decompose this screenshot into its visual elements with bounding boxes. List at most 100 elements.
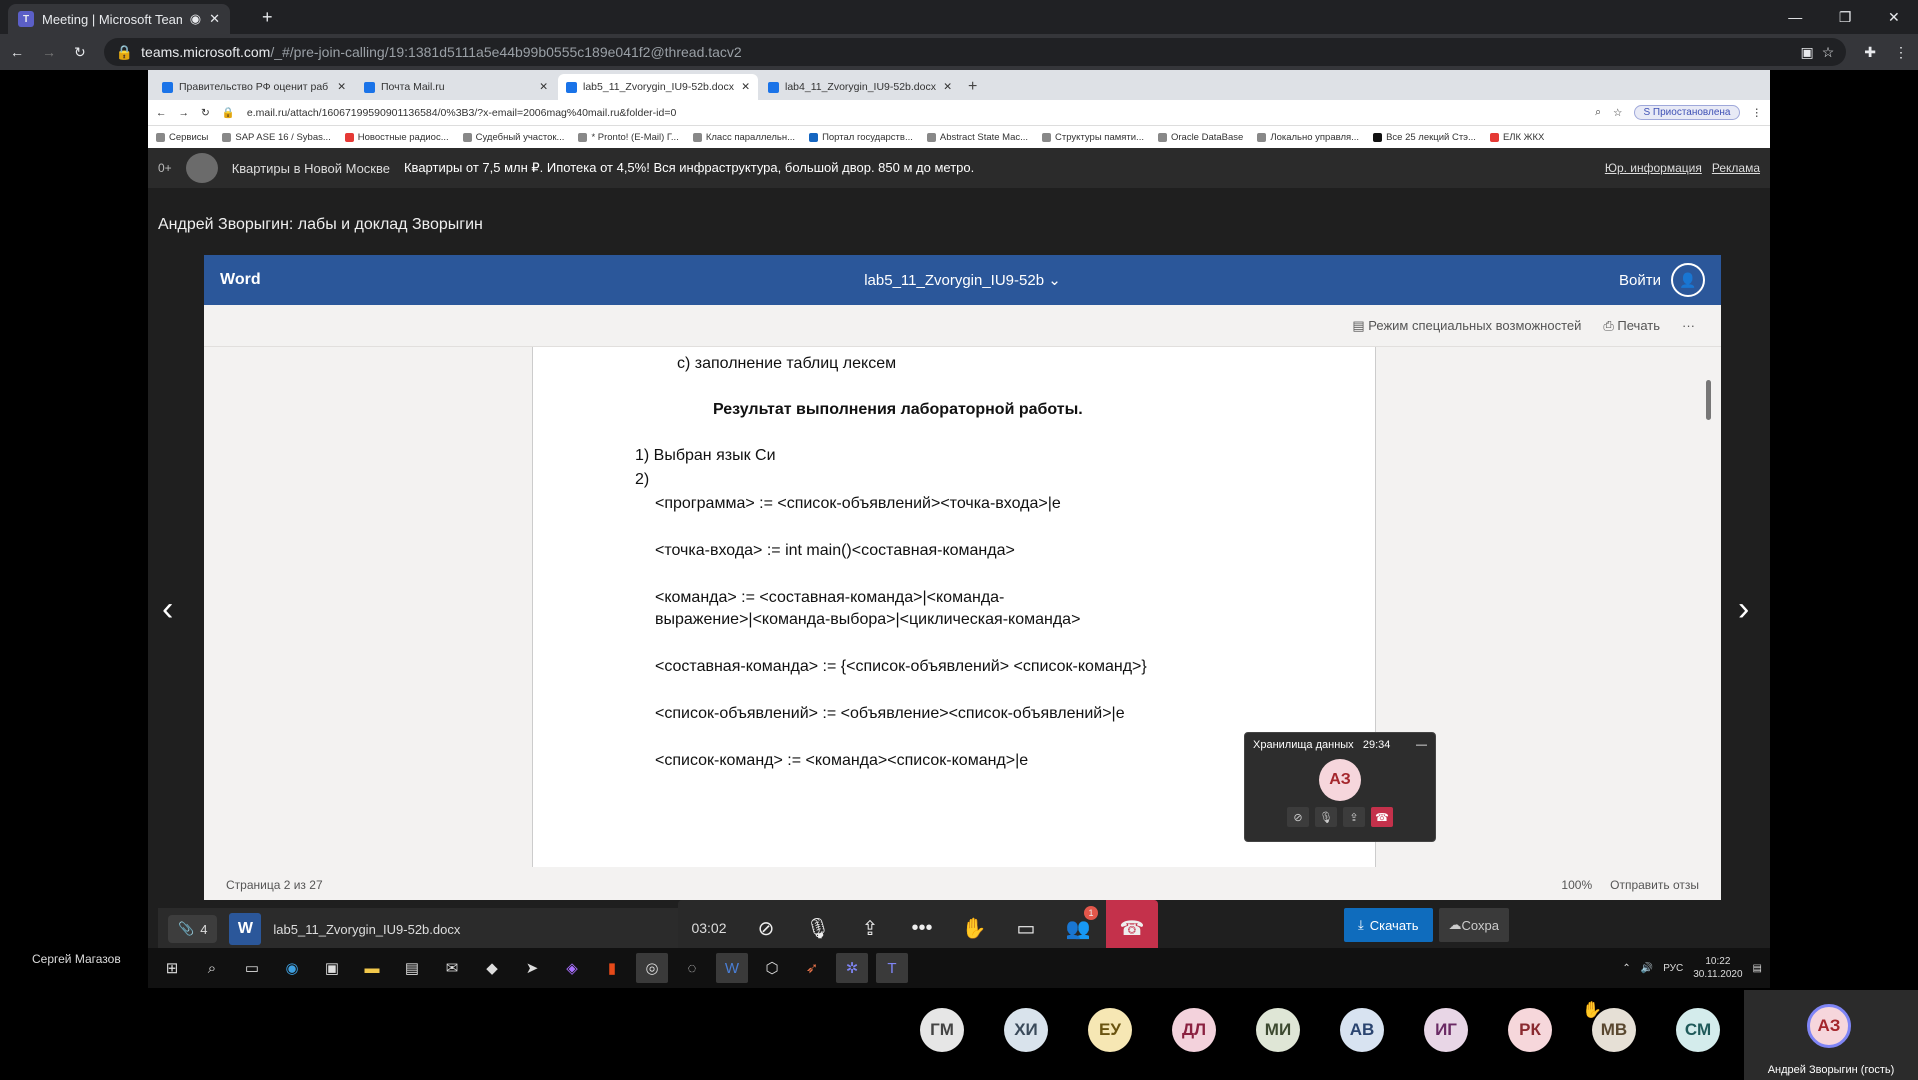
- app-icon[interactable]: ▤: [396, 953, 428, 983]
- profile-paused-button[interactable]: S Приостановлена: [1634, 105, 1740, 120]
- bookmark[interactable]: Класс параллельн...: [692, 132, 795, 143]
- zoom-icon[interactable]: ⌕: [1595, 106, 1601, 119]
- participant-avatar[interactable]: АВ: [1340, 1008, 1384, 1052]
- minimize-icon[interactable]: —: [1416, 739, 1427, 751]
- download-button[interactable]: ⤓ Скачать: [1344, 908, 1433, 942]
- more-options-button[interactable]: ···: [1682, 318, 1695, 333]
- minimize-icon[interactable]: —: [1788, 9, 1802, 25]
- close-icon[interactable]: ✕: [943, 81, 952, 93]
- back-icon[interactable]: ←: [156, 107, 167, 119]
- close-icon[interactable]: ✕: [209, 11, 220, 27]
- inner-tab[interactable]: Почта Mail.ru ✕: [356, 74, 556, 100]
- reload-icon[interactable]: ↻: [74, 44, 86, 61]
- app-icon[interactable]: ➤: [516, 953, 548, 983]
- hang-up-icon[interactable]: ☎: [1371, 807, 1393, 827]
- restore-icon[interactable]: ❐: [1839, 9, 1852, 26]
- teams-taskbar-icon[interactable]: T: [876, 953, 908, 983]
- zoom-level[interactable]: 100%: [1561, 878, 1592, 892]
- accessibility-button[interactable]: ▤ Режим специальных возможностей: [1352, 318, 1581, 334]
- search-icon[interactable]: ⌕: [196, 953, 228, 983]
- app-icon[interactable]: ✲: [836, 953, 868, 983]
- ad-link[interactable]: Реклама: [1712, 161, 1760, 175]
- forward-icon[interactable]: →: [42, 44, 56, 60]
- forward-icon[interactable]: →: [179, 107, 190, 119]
- menu-icon[interactable]: ⋮: [1752, 107, 1763, 119]
- attachments-button[interactable]: 📎 4: [168, 915, 218, 943]
- office-icon[interactable]: ▮: [596, 953, 628, 983]
- inner-url[interactable]: e.mail.ru/attach/16067199590901136584/0%…: [247, 107, 1583, 119]
- close-icon[interactable]: ✕: [741, 81, 750, 93]
- prev-arrow-icon[interactable]: ‹: [162, 590, 173, 629]
- back-icon[interactable]: ←: [10, 44, 24, 60]
- task-view-icon[interactable]: ▭: [236, 953, 268, 983]
- scrollbar-thumb[interactable]: [1706, 380, 1711, 420]
- participant-avatar[interactable]: ИГ: [1424, 1008, 1468, 1052]
- folder-icon[interactable]: ▬: [356, 953, 388, 983]
- new-tab-icon[interactable]: +: [962, 78, 983, 100]
- close-icon[interactable]: ✕: [337, 81, 346, 93]
- notifications-icon[interactable]: ▤: [1753, 963, 1762, 974]
- menu-icon[interactable]: ⋮: [1894, 44, 1908, 61]
- participant-avatar[interactable]: СМ: [1676, 1008, 1720, 1052]
- attachment-name[interactable]: lab5_11_Zvorygin_IU9-52b.docx: [273, 922, 460, 937]
- ad-legal-link[interactable]: Юр. информация: [1605, 161, 1702, 175]
- bookmark[interactable]: Все 25 лекций Стэ...: [1373, 132, 1476, 143]
- app-icon[interactable]: ◌: [676, 953, 708, 983]
- app-icon[interactable]: ➶: [796, 953, 828, 983]
- bookmark[interactable]: Сервисы: [156, 132, 208, 143]
- chrome-icon[interactable]: ◎: [636, 953, 668, 983]
- new-tab-icon[interactable]: +: [262, 7, 273, 28]
- language-indicator[interactable]: РУС: [1663, 963, 1683, 974]
- inner-tab[interactable]: lab4_11_Zvorygin_IU9-52b.docx ✕: [760, 74, 960, 100]
- bookmark[interactable]: Судебный участок...: [462, 132, 564, 143]
- share-icon[interactable]: ⇪: [1343, 807, 1365, 827]
- bookmark[interactable]: * Pronto! (E-Mail) Г...: [578, 132, 679, 143]
- inner-tab-active[interactable]: lab5_11_Zvorygin_IU9-52b.docx ✕: [558, 74, 758, 100]
- inner-tab[interactable]: Правительство РФ оценит раб ✕: [154, 74, 354, 100]
- participant-avatar[interactable]: ДЛ: [1172, 1008, 1216, 1052]
- bookmark[interactable]: SAP ASE 16 / Sybas...: [222, 132, 331, 143]
- star-icon[interactable]: ☆: [1613, 107, 1622, 119]
- outer-tab-teams[interactable]: T Meeting | Microsoft Teams ◉ ✕: [8, 4, 230, 34]
- app-icon[interactable]: ◆: [476, 953, 508, 983]
- participant-avatar[interactable]: ГМ: [920, 1008, 964, 1052]
- bookmark[interactable]: Портал государств...: [809, 132, 913, 143]
- camera-off-icon[interactable]: ⊘: [1287, 807, 1309, 827]
- bookmark[interactable]: Новостные радиос...: [344, 132, 449, 143]
- close-window-icon[interactable]: ✕: [1888, 9, 1900, 26]
- participant-avatar[interactable]: ХИ: [1004, 1008, 1048, 1052]
- camera-icon[interactable]: ▣: [1800, 44, 1813, 61]
- bookmark[interactable]: ЕЛК ЖКХ: [1489, 132, 1544, 143]
- visual-studio-icon[interactable]: ◈: [556, 953, 588, 983]
- volume-icon[interactable]: 🔊: [1641, 963, 1653, 974]
- bookmark[interactable]: Структуры памяти...: [1042, 132, 1144, 143]
- bookmark[interactable]: Oracle DataBase: [1157, 132, 1243, 143]
- mini-call-window[interactable]: Хранилища данных 29:34 — АЗ ⊘ 🎙 ⇪ ☎: [1244, 732, 1436, 842]
- extension-icon[interactable]: ✚: [1864, 44, 1876, 61]
- word-taskbar-icon[interactable]: W: [716, 953, 748, 983]
- windows-start-icon[interactable]: ⊞: [156, 953, 188, 983]
- next-arrow-icon[interactable]: ›: [1738, 590, 1749, 629]
- network-icon[interactable]: ⌃: [1622, 963, 1630, 974]
- participant-avatar[interactable]: ЕУ: [1088, 1008, 1132, 1052]
- bookmark[interactable]: Abstract State Mac...: [926, 132, 1028, 143]
- mic-icon[interactable]: 🎙: [1315, 807, 1337, 827]
- close-icon[interactable]: ✕: [539, 81, 548, 93]
- clock[interactable]: 10:22 30.11.2020: [1693, 955, 1742, 981]
- bookmark[interactable]: Локально управля...: [1257, 132, 1359, 143]
- reload-icon[interactable]: ↻: [201, 107, 210, 119]
- signin-button[interactable]: Войти 👤: [1619, 263, 1705, 297]
- star-icon[interactable]: ☆: [1822, 44, 1835, 61]
- mail-icon[interactable]: ✉: [436, 953, 468, 983]
- outer-address-bar[interactable]: 🔒 teams.microsoft.com/_#/pre-join-callin…: [103, 38, 1847, 66]
- participant-avatar[interactable]: МИ: [1256, 1008, 1300, 1052]
- print-button[interactable]: ⎙ Печать: [1603, 318, 1660, 334]
- save-button[interactable]: ☁ Сохра: [1438, 908, 1509, 942]
- app-icon[interactable]: ⬡: [756, 953, 788, 983]
- store-icon[interactable]: ▣: [316, 953, 348, 983]
- file-name[interactable]: lab5_11_Zvorygin_IU9-52b ⌄: [204, 271, 1721, 289]
- participant-avatar[interactable]: РК: [1508, 1008, 1552, 1052]
- ad-banner[interactable]: 0+ Квартиры в Новой Москве Квартиры от 7…: [148, 148, 1770, 188]
- edge-icon[interactable]: ◉: [276, 953, 308, 983]
- feedback-link[interactable]: Отправить отзы: [1610, 878, 1699, 892]
